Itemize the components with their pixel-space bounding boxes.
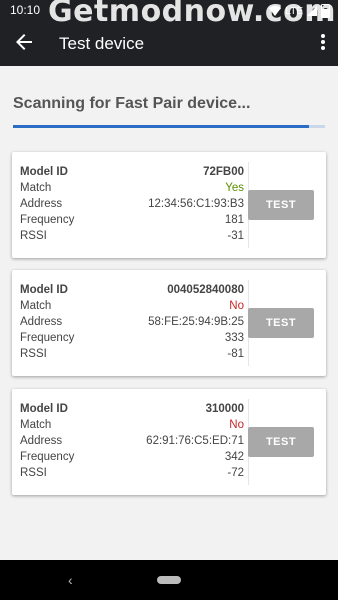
nav-back-icon[interactable]: ‹ bbox=[68, 572, 73, 588]
address-row: Address 58:FE:25:94:9B:25 bbox=[20, 316, 244, 332]
status-icons: LTE bbox=[269, 4, 330, 18]
network-type: LTE bbox=[285, 5, 303, 17]
match-row: Match Yes bbox=[20, 182, 244, 198]
device-details: Model ID 004052840080 Match No Address 5… bbox=[20, 284, 244, 364]
frequency-value: 333 bbox=[224, 332, 244, 344]
scanning-status: Scanning for Fast Pair device... bbox=[13, 95, 251, 112]
match-row: Match No bbox=[20, 419, 244, 435]
address-row: Address 62:91:76:C5:ED:71 bbox=[20, 435, 244, 451]
match-label: Match bbox=[20, 419, 52, 431]
address-label: Address bbox=[20, 316, 63, 328]
model-id-label: Model ID bbox=[20, 166, 68, 178]
match-row: Match No bbox=[20, 300, 244, 316]
model-id-label: Model ID bbox=[20, 284, 68, 296]
frequency-value: 342 bbox=[224, 451, 244, 463]
battery-icon bbox=[321, 4, 330, 18]
scan-progress-fill bbox=[13, 125, 310, 128]
rssi-row: RSSI -81 bbox=[20, 348, 244, 364]
address-value: 12:34:56:C1:93:B3 bbox=[148, 198, 244, 210]
model-id-label: Model ID bbox=[20, 403, 68, 415]
app-bar: Test device bbox=[0, 22, 338, 66]
device-card: Model ID 72FB00 Match Yes Address 12:34:… bbox=[12, 152, 326, 258]
scan-progress-bar bbox=[13, 125, 325, 128]
address-value: 62:91:76:C5:ED:71 bbox=[146, 435, 244, 447]
match-label: Match bbox=[20, 182, 52, 194]
test-button[interactable]: TEST bbox=[248, 308, 314, 338]
match-value: Yes bbox=[225, 182, 244, 194]
model-id-row: Model ID 004052840080 bbox=[20, 284, 244, 300]
signal-icon bbox=[307, 6, 317, 16]
frequency-label: Frequency bbox=[20, 451, 75, 463]
device-details: Model ID 72FB00 Match Yes Address 12:34:… bbox=[20, 166, 244, 246]
rssi-label: RSSI bbox=[20, 348, 47, 360]
test-button[interactable]: TEST bbox=[248, 190, 314, 220]
frequency-row: Frequency 342 bbox=[20, 451, 244, 467]
rssi-label: RSSI bbox=[20, 467, 47, 479]
match-label: Match bbox=[20, 300, 52, 312]
address-value: 58:FE:25:94:9B:25 bbox=[148, 316, 244, 328]
rssi-value: -72 bbox=[227, 467, 244, 479]
rssi-row: RSSI -31 bbox=[20, 230, 244, 246]
status-bar: 10:10 Getmodnow.com LTE bbox=[0, 0, 338, 29]
status-time: 10:10 bbox=[10, 3, 41, 17]
page-title: Test device bbox=[59, 34, 145, 53]
rssi-value: -31 bbox=[227, 230, 244, 242]
address-label: Address bbox=[20, 435, 63, 447]
device-details: Model ID 310000 Match No Address 62:91:7… bbox=[20, 403, 244, 483]
model-id-value: 72FB00 bbox=[203, 166, 244, 178]
address-row: Address 12:34:56:C1:93:B3 bbox=[20, 198, 244, 214]
frequency-value: 181 bbox=[224, 214, 244, 226]
system-nav-bar: ‹ bbox=[0, 560, 338, 600]
wifi-icon bbox=[269, 6, 282, 16]
nav-home-pill[interactable] bbox=[157, 576, 181, 584]
model-id-row: Model ID 310000 bbox=[20, 403, 244, 419]
model-id-value: 310000 bbox=[205, 403, 244, 415]
back-arrow-icon[interactable] bbox=[12, 30, 36, 54]
match-value: No bbox=[229, 419, 244, 431]
device-card: Model ID 310000 Match No Address 62:91:7… bbox=[12, 389, 326, 495]
rssi-value: -81 bbox=[227, 348, 244, 360]
device-card: Model ID 004052840080 Match No Address 5… bbox=[12, 270, 326, 376]
model-id-value: 004052840080 bbox=[167, 284, 244, 296]
model-id-row: Model ID 72FB00 bbox=[20, 166, 244, 182]
frequency-row: Frequency 181 bbox=[20, 214, 244, 230]
frequency-label: Frequency bbox=[20, 214, 75, 226]
match-value: No bbox=[229, 300, 244, 312]
frequency-row: Frequency 333 bbox=[20, 332, 244, 348]
test-button[interactable]: TEST bbox=[248, 427, 314, 457]
frequency-label: Frequency bbox=[20, 332, 75, 344]
address-label: Address bbox=[20, 198, 63, 210]
rssi-row: RSSI -72 bbox=[20, 467, 244, 483]
rssi-label: RSSI bbox=[20, 230, 47, 242]
more-options-icon[interactable] bbox=[320, 34, 326, 52]
